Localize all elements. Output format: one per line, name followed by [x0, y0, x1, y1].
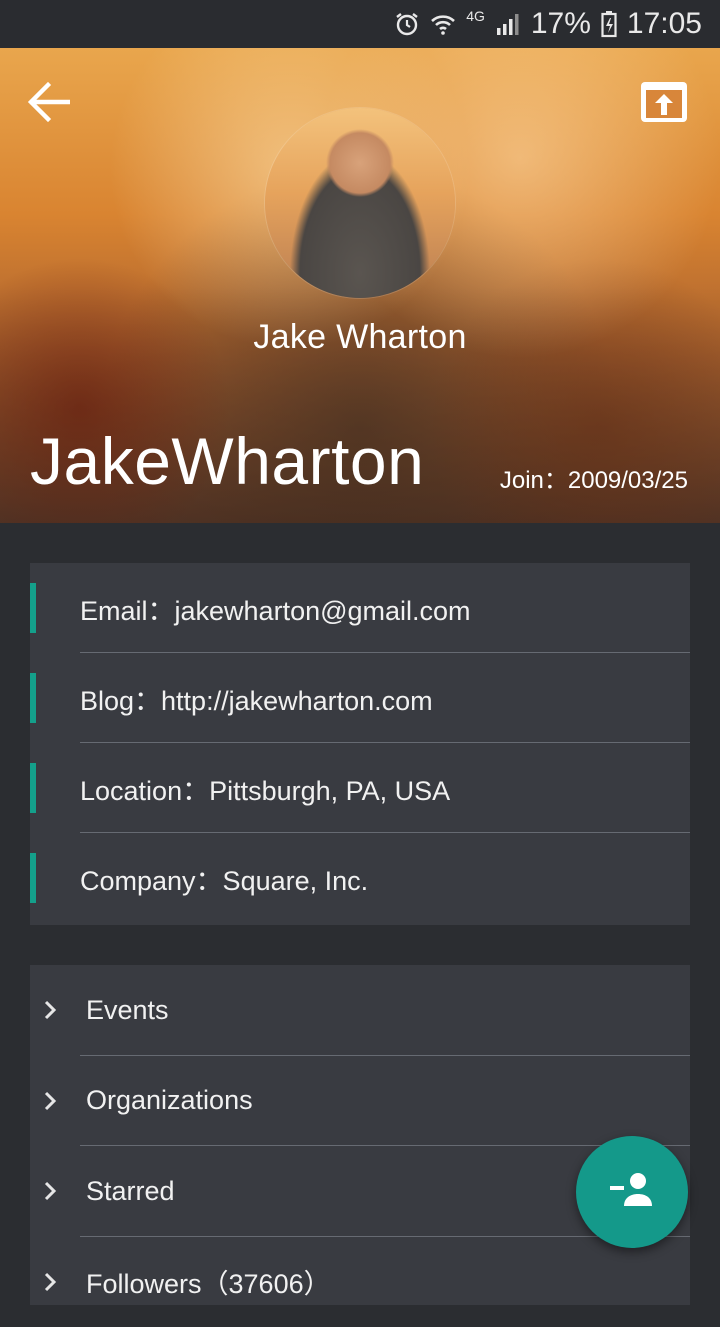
menu-item-organizations[interactable]: Organizations: [30, 1056, 690, 1147]
open-in-browser-button[interactable]: [636, 78, 692, 130]
menu-item-events[interactable]: Events: [30, 965, 690, 1056]
wifi-icon: [430, 12, 456, 36]
join-date: Join：2009/03/25: [500, 460, 688, 495]
arrow-back-icon: [26, 82, 70, 127]
chevron-right-icon: [40, 1270, 60, 1294]
open-in-browser-icon: [639, 80, 689, 129]
row-accent: [30, 763, 36, 813]
back-button[interactable]: [22, 78, 74, 130]
profile-info-card: Email：jakewharton@gmail.com Blog：http://…: [30, 563, 690, 925]
signal-icon: [495, 12, 521, 36]
person-remove-icon: [608, 1170, 656, 1215]
email-row[interactable]: Email：jakewharton@gmail.com: [30, 563, 690, 653]
location-row: Location：Pittsburgh, PA, USA: [30, 743, 690, 833]
username: JakeWharton: [30, 423, 424, 499]
menu-item-label: Followers（37606）: [86, 1262, 331, 1301]
profile-header: Jake Wharton JakeWharton Join：2009/03/25: [0, 48, 720, 523]
chevron-right-icon: [40, 1089, 60, 1113]
blog-row[interactable]: Blog：http://jakewharton.com: [30, 653, 690, 743]
status-bar: 4G 17% 17:05: [0, 0, 720, 48]
menu-item-label: Starred: [86, 1176, 175, 1207]
company-row: Company：Square, Inc.: [30, 833, 690, 923]
chevron-right-icon: [40, 1179, 60, 1203]
menu-item-followers[interactable]: Followers（37606）: [30, 1237, 690, 1327]
network-type-label: 4G: [466, 8, 485, 24]
location-label: Location：Pittsburgh, PA, USA: [80, 769, 450, 808]
row-accent: [30, 853, 36, 903]
display-name: Jake Wharton: [0, 318, 720, 357]
menu-item-label: Organizations: [86, 1085, 253, 1116]
row-accent: [30, 673, 36, 723]
menu-item-label: Events: [86, 995, 169, 1026]
blog-label: Blog：http://jakewharton.com: [80, 679, 433, 718]
clock: 17:05: [627, 7, 702, 41]
avatar: [265, 108, 455, 298]
row-accent: [30, 583, 36, 633]
unfollow-fab[interactable]: [576, 1136, 688, 1248]
chevron-right-icon: [40, 998, 60, 1022]
battery-icon: [601, 10, 617, 38]
alarm-icon: [394, 11, 420, 37]
email-label: Email：jakewharton@gmail.com: [80, 589, 471, 628]
battery-percent: 17%: [531, 7, 591, 41]
company-label: Company：Square, Inc.: [80, 859, 368, 898]
profile-menu-card: Events Organizations Starred Followers（3…: [30, 965, 690, 1305]
